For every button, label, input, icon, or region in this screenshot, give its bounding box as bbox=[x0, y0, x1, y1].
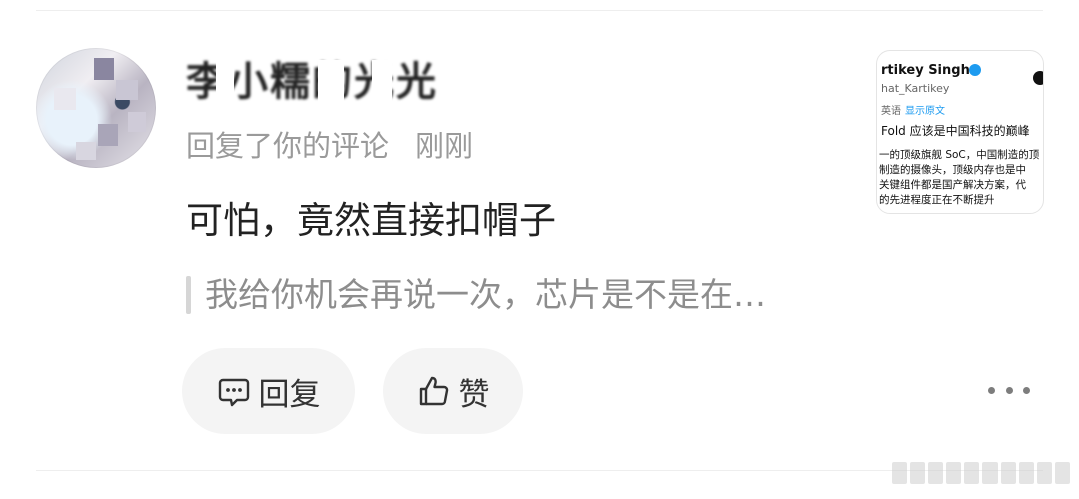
language-label: 英语 bbox=[881, 106, 901, 117]
tweet-language-row: 英语 显示原文 bbox=[881, 102, 945, 117]
tweet-author-handle: hat_Kartikey bbox=[881, 82, 950, 95]
tweet-body-line: 的先进程度正在不断提升 bbox=[879, 194, 995, 206]
more-dots-icon[interactable] bbox=[988, 376, 1030, 404]
avatar-pixel bbox=[94, 58, 114, 80]
avatar[interactable] bbox=[36, 48, 156, 168]
comment-text[interactable]: 可怕，竟然直接扣帽子 bbox=[186, 196, 556, 246]
watermark bbox=[892, 462, 1070, 484]
comment-notification: 李小糯的光光 回复了你的评论 刚刚 可怕，竟然直接扣帽子 我给你机会再说一次，芯片… bbox=[0, 0, 1079, 499]
timestamp: 刚刚 bbox=[415, 129, 474, 163]
username-redaction bbox=[216, 60, 234, 108]
username-redaction bbox=[318, 60, 344, 108]
tweet-title: Fold 应该是中国科技的巅峰 bbox=[881, 124, 1030, 138]
avatar-pixel bbox=[76, 142, 96, 160]
comment-meta: 回复了你的评论 刚刚 bbox=[186, 126, 473, 166]
reply-label: 回复 bbox=[258, 376, 321, 413]
tweet-body-line: 关键组件都是国产解决方案，代 bbox=[879, 179, 1026, 191]
thumbs-up-icon bbox=[417, 374, 451, 408]
like-button[interactable]: 赞 bbox=[383, 348, 523, 434]
tweet-body: 一的顶级旗舰 SoC，中国制造的顶 制造的摄像头，顶级内存也是中 关键组件都是国… bbox=[879, 148, 1043, 208]
attached-image-thumbnail[interactable]: rtikey Singh hat_Kartikey 英语 显示原文 Fold 应该… bbox=[876, 50, 1044, 214]
dot bbox=[1023, 386, 1030, 394]
divider bbox=[36, 10, 1043, 11]
avatar-pixel bbox=[98, 124, 118, 146]
quoted-comment[interactable]: 我给你机会再说一次，芯片是不是在… bbox=[186, 274, 766, 316]
quote-bar bbox=[186, 276, 191, 314]
avatar-pixel bbox=[128, 112, 146, 132]
action-text: 回复了你的评论 bbox=[186, 129, 390, 163]
tweet-body-line: 一的顶级旗舰 SoC，中国制造的顶 bbox=[879, 149, 1040, 161]
dot bbox=[988, 386, 995, 394]
quoted-text: 我给你机会再说一次，芯片是不是在… bbox=[205, 275, 766, 314]
comment-bubble-icon bbox=[217, 374, 251, 408]
more-icon bbox=[1033, 71, 1043, 85]
dot bbox=[1005, 386, 1013, 394]
tweet-author-name: rtikey Singh bbox=[881, 63, 970, 78]
like-label: 赞 bbox=[458, 376, 490, 413]
verified-badge-icon bbox=[969, 64, 981, 76]
avatar-pixel bbox=[54, 88, 76, 110]
tweet-body-line: 制造的摄像头，顶级内存也是中 bbox=[879, 164, 1026, 176]
reply-button[interactable]: 回复 bbox=[182, 348, 355, 434]
username-redaction bbox=[372, 60, 392, 108]
avatar-pixel bbox=[116, 80, 138, 100]
show-original-link: 显示原文 bbox=[905, 106, 945, 117]
